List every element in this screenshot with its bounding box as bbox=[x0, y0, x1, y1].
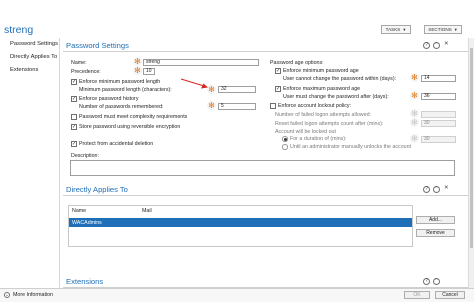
duration-label: For a duration of (mins): bbox=[290, 136, 347, 142]
section-title: Password Settings bbox=[66, 41, 129, 50]
nav-item-directly-applies-to[interactable]: Directly Applies To bbox=[10, 54, 57, 60]
description-field[interactable] bbox=[70, 160, 455, 176]
name-field[interactable]: streng bbox=[143, 59, 259, 66]
lockout-label: Enforce account lockout policy: bbox=[278, 103, 352, 109]
remove-button[interactable]: Remove bbox=[416, 229, 455, 237]
table-row[interactable]: WACAdmins bbox=[69, 218, 412, 227]
sections-label: SECTIONS bbox=[428, 27, 452, 32]
left-navigation: Password Settings Directly Applies To Ex… bbox=[0, 38, 60, 288]
more-information-link[interactable]: More Information bbox=[13, 292, 53, 298]
column-header-name: Name bbox=[72, 208, 87, 214]
min-age-field[interactable]: 14 bbox=[421, 75, 456, 82]
description-label: Description: bbox=[71, 153, 99, 159]
duration-field[interactable]: 30 bbox=[421, 136, 456, 143]
enforce-history-checkbox[interactable]: ✓ bbox=[71, 96, 77, 102]
failed-attempts-field[interactable] bbox=[421, 111, 456, 118]
nav-item-extensions[interactable]: Extensions bbox=[10, 67, 38, 73]
tasks-button[interactable]: TASKS ▼ bbox=[381, 25, 411, 34]
required-asterisk-icon: ✻ bbox=[410, 118, 419, 127]
name-label: Name: bbox=[71, 60, 87, 66]
column-header-mail: Mail bbox=[142, 208, 152, 214]
section-title: Directly Applies To bbox=[66, 185, 128, 194]
required-asterisk-icon: ✻ bbox=[133, 57, 142, 66]
enforce-max-age-checkbox[interactable]: ✓ bbox=[275, 86, 281, 92]
footer-bar: ⌄ More Information OK Cancel bbox=[0, 288, 474, 302]
red-arrow-annotation bbox=[180, 78, 208, 89]
reversible-checkbox[interactable]: ✓ bbox=[71, 124, 77, 130]
required-asterisk-icon: ✻ bbox=[410, 91, 419, 100]
collapse-icon[interactable]: ⌃ bbox=[433, 42, 440, 49]
reset-label: Reset failed logon attempts count after … bbox=[275, 121, 384, 127]
min-length-field[interactable]: 32 bbox=[218, 86, 256, 93]
nav-item-password-settings[interactable]: Password Settings bbox=[10, 41, 58, 47]
help-icon[interactable]: ? bbox=[423, 42, 430, 49]
failed-attempts-label: Number of failed logon attempts allowed: bbox=[275, 112, 371, 118]
history-label: Number of passwords remembered: bbox=[79, 104, 164, 110]
precedence-field[interactable]: 10 bbox=[143, 68, 155, 75]
applies-to-header: Directly Applies To ? ⌃ ✕ bbox=[63, 184, 468, 196]
required-asterisk-icon: ✻ bbox=[410, 73, 419, 82]
protect-label: Protect from accidental deletion bbox=[79, 141, 154, 147]
required-asterisk-icon: ✻ bbox=[410, 134, 419, 143]
until-admin-label: Until an administrator manually unlocks … bbox=[290, 144, 412, 150]
min-age-label: User cannot change the password within (… bbox=[283, 76, 397, 82]
age-options-label: Password age options: bbox=[270, 60, 324, 66]
section-title: Extensions bbox=[66, 277, 104, 286]
close-icon[interactable]: ✕ bbox=[444, 41, 449, 47]
enforce-min-age-label: Enforce minimum password age bbox=[283, 68, 359, 74]
precedence-label: Precedence: bbox=[71, 69, 101, 75]
sections-button[interactable]: SECTIONS ▼ bbox=[424, 25, 462, 34]
required-asterisk-icon: ✻ bbox=[207, 101, 216, 110]
enforce-max-age-label: Enforce maximum password age bbox=[283, 86, 361, 92]
enforce-min-length-label: Enforce minimum password length bbox=[79, 79, 161, 85]
extensions-header: Extensions ? ⌃ bbox=[63, 276, 468, 288]
expand-icon[interactable]: ⌄ bbox=[4, 292, 10, 298]
help-icon[interactable]: ? bbox=[423, 186, 430, 193]
min-length-label: Minimum password length (characters): bbox=[79, 87, 172, 93]
protect-checkbox[interactable]: ✓ bbox=[71, 141, 77, 147]
complexity-checkbox[interactable] bbox=[71, 114, 77, 120]
password-settings-header: Password Settings ? ⌃ ✕ bbox=[63, 40, 468, 52]
row-name: WACAdmins bbox=[72, 220, 102, 226]
chevron-down-icon: ▼ bbox=[453, 27, 458, 32]
max-age-label: User must change the password after (day… bbox=[283, 94, 389, 100]
enforce-history-label: Enforce password history bbox=[79, 96, 139, 102]
close-icon[interactable]: ✕ bbox=[444, 185, 449, 191]
reversible-label: Store password using reversible encrypti… bbox=[79, 124, 181, 130]
required-asterisk-icon: ✻ bbox=[410, 109, 419, 118]
duration-radio[interactable] bbox=[282, 136, 288, 142]
until-admin-radio[interactable] bbox=[282, 144, 288, 150]
collapse-icon[interactable]: ⌃ bbox=[433, 186, 440, 193]
enforce-min-length-checkbox[interactable]: ✓ bbox=[71, 79, 77, 85]
history-field[interactable]: 5 bbox=[218, 103, 256, 110]
locked-out-label: Account will be locked out bbox=[275, 129, 336, 135]
help-icon[interactable]: ? bbox=[423, 278, 430, 285]
max-age-field[interactable]: 36 bbox=[421, 93, 456, 100]
vertical-scrollbar[interactable] bbox=[468, 38, 474, 288]
applies-to-list[interactable]: Name Mail WACAdmins bbox=[68, 205, 413, 247]
scrollbar-thumb[interactable] bbox=[470, 48, 473, 248]
reset-field[interactable]: 30 bbox=[421, 120, 456, 127]
required-asterisk-icon: ✻ bbox=[133, 66, 142, 75]
chevron-down-icon: ▼ bbox=[402, 27, 407, 32]
collapse-icon[interactable]: ⌃ bbox=[433, 278, 440, 285]
add-button[interactable]: Add... bbox=[416, 216, 455, 224]
cancel-button[interactable]: Cancel bbox=[435, 291, 465, 299]
window-title: streng bbox=[4, 24, 34, 36]
lockout-checkbox[interactable] bbox=[270, 103, 276, 109]
ok-button[interactable]: OK bbox=[404, 291, 430, 299]
enforce-min-age-checkbox[interactable]: ✓ bbox=[275, 68, 281, 74]
complexity-label: Password must meet complexity requiremen… bbox=[79, 114, 188, 120]
tasks-label: TASKS bbox=[385, 27, 401, 32]
